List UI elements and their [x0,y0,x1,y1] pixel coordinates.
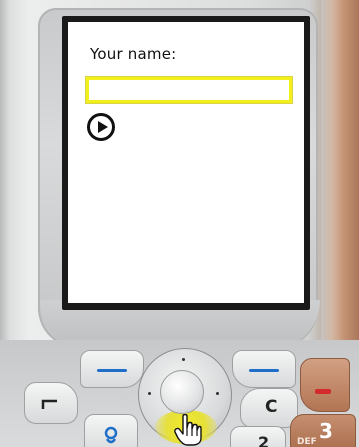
name-label: Your name: [90,45,177,63]
navigation-select-button[interactable] [160,370,204,414]
key-2-label: 2 [258,433,270,447]
clear-key-label: C [265,397,278,417]
end-call-icon [315,389,331,394]
nav-right-dot [216,392,219,395]
hand-pointer-icon [174,414,202,446]
key-3-label: 3 [319,419,333,443]
menu-key[interactable] [84,414,138,447]
phone-body: Your name: C 2 DEF 3 [0,0,359,447]
name-input[interactable] [85,76,293,104]
call-key[interactable] [24,382,78,424]
call-icon [41,399,57,409]
clear-key[interactable]: C [240,388,298,428]
left-soft-key-line [97,369,127,372]
phone-screen: Your name: [68,22,304,303]
right-soft-key-line [249,369,279,372]
key-3-letters: DEF [297,437,317,447]
nav-up-dot [182,358,185,361]
play-circle-icon[interactable] [87,113,115,141]
left-soft-key[interactable] [80,350,144,388]
key-2[interactable]: 2 [230,426,286,447]
right-soft-key[interactable] [232,350,296,388]
menu-icon [104,426,118,444]
key-3[interactable]: DEF 3 [290,414,356,447]
end-call-key[interactable] [300,358,350,412]
nav-left-dot [148,392,151,395]
